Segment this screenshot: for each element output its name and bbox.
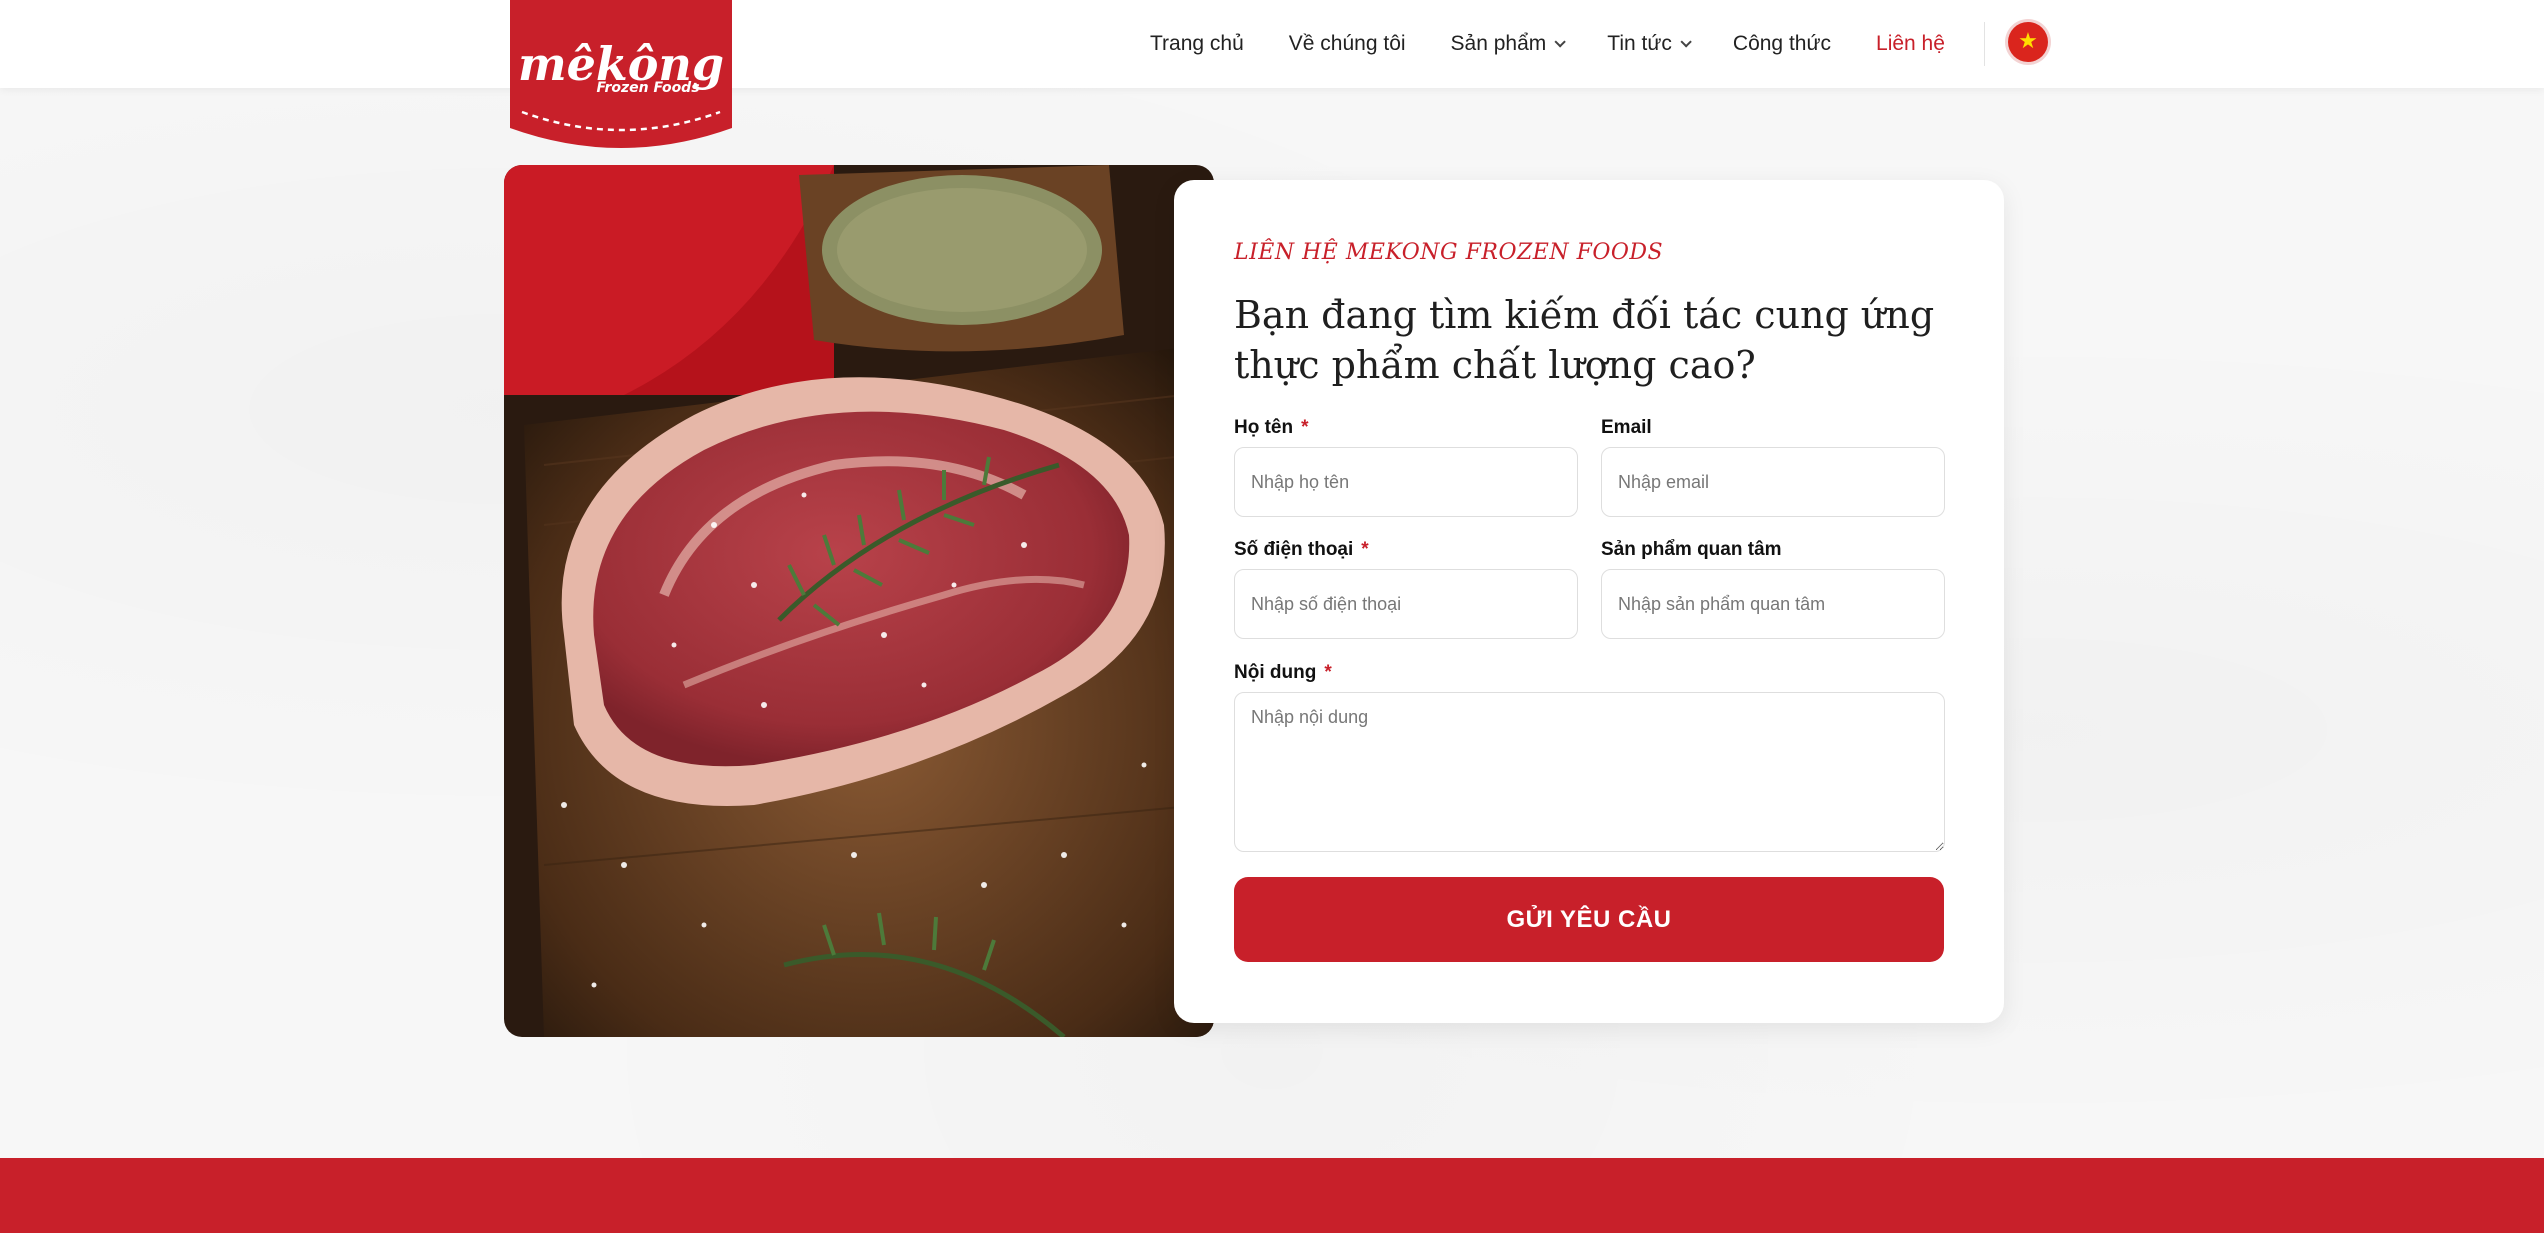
email-label: Email	[1601, 417, 1652, 439]
logo-tagline: Frozen Foods	[596, 80, 699, 96]
email-label-text: Email	[1601, 417, 1652, 438]
phone-label: Số điện thoại *	[1234, 539, 1369, 561]
nav-item-products[interactable]: Sản phẩm	[1450, 32, 1567, 56]
phone-label-text: Số điện thoại	[1234, 539, 1354, 560]
star-icon: ★	[2018, 29, 2038, 54]
nav-item-label: Công thức	[1732, 32, 1832, 55]
submit-request-button[interactable]: GỬI YÊU CẦU	[1234, 877, 1944, 962]
nav-item-about[interactable]: Về chúng tôi	[1289, 32, 1406, 56]
nav-item-contact[interactable]: Liên hệ	[1876, 32, 1945, 56]
email-input[interactable]	[1601, 447, 1945, 517]
nav-item-news[interactable]: Tin tức	[1607, 32, 1692, 56]
nav-item-label: Sản phẩm	[1450, 32, 1547, 55]
message-label-text: Nội dung	[1234, 662, 1317, 683]
contact-form-card: LIÊN HỆ MEKONG FROZEN FOODS Bạn đang tìm…	[1174, 180, 2004, 1023]
name-label: Họ tên *	[1234, 417, 1309, 439]
nav-item-label: Về chúng tôi	[1288, 32, 1406, 55]
name-input[interactable]	[1234, 447, 1578, 517]
contact-headline: Bạn đang tìm kiếm đối tác cung ứng thực …	[1234, 293, 1935, 387]
site-logo[interactable]: mêkông Frozen Foods	[508, 0, 734, 156]
required-mark: *	[1324, 662, 1332, 683]
nav-item-label: Liên hệ	[1876, 32, 1945, 55]
message-label: Nội dung *	[1234, 662, 1332, 684]
contact-eyebrow: LIÊN HỆ MEKONG FROZEN FOODS	[1234, 240, 1664, 265]
vietnam-flag-icon[interactable]: ★	[2008, 22, 2048, 62]
required-mark: *	[1301, 417, 1309, 438]
nav-item-label: Trang chủ	[1150, 32, 1244, 55]
nav-item-home[interactable]: Trang chủ	[1150, 32, 1244, 56]
nav-item-label: Tin tức	[1607, 32, 1672, 55]
steak-photo	[504, 165, 1214, 1037]
nav-item-recipes[interactable]: Công thức	[1733, 32, 1831, 56]
product-input[interactable]	[1601, 569, 1945, 639]
phone-input[interactable]	[1234, 569, 1578, 639]
name-label-text: Họ tên	[1234, 417, 1294, 438]
main-nav: Trang chủ Về chúng tôi Sản phẩm Tin tức …	[1150, 0, 1990, 88]
site-header: Trang chủ Về chúng tôi Sản phẩm Tin tức …	[0, 0, 2544, 88]
chevron-down-icon	[1680, 36, 1692, 48]
footer-band	[0, 1158, 2544, 1233]
message-textarea[interactable]	[1234, 692, 1945, 852]
product-label: Sản phẩm quan tâm	[1601, 539, 1782, 561]
nav-divider	[1984, 22, 1985, 66]
product-label-text: Sản phẩm quan tâm	[1601, 539, 1782, 560]
required-mark: *	[1361, 539, 1369, 560]
chevron-down-icon	[1554, 36, 1567, 48]
